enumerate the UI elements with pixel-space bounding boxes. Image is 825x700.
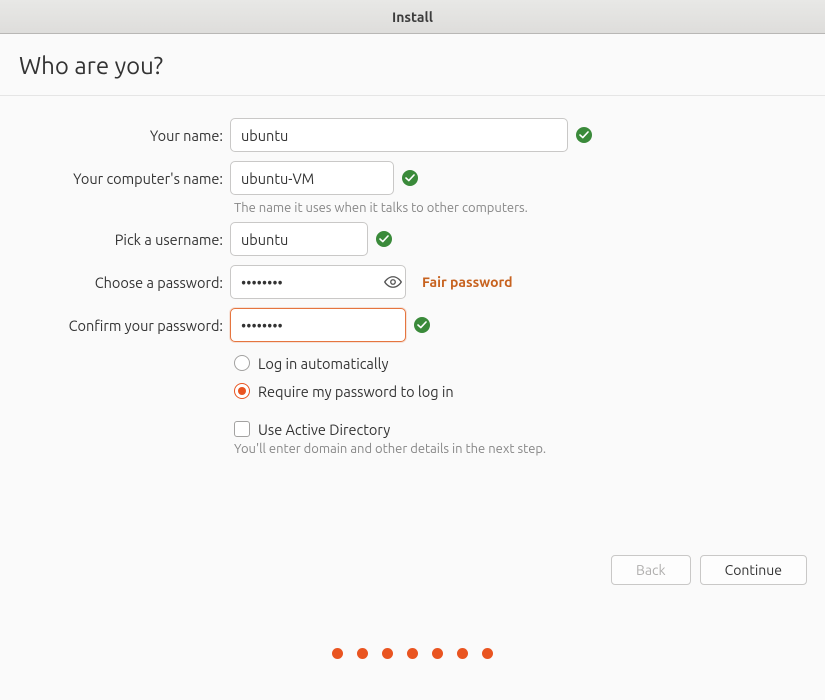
page-heading: Who are you? (0, 34, 825, 95)
password-label: Choose a password: (0, 274, 230, 291)
progress-dot (357, 648, 368, 659)
password-strength-label: Fair password (422, 274, 513, 290)
progress-dots (0, 648, 825, 659)
active-directory-label: Use Active Directory (258, 421, 390, 438)
progress-dot (482, 648, 493, 659)
username-input[interactable] (230, 222, 368, 256)
password-input[interactable] (230, 265, 406, 299)
checkmark-icon (376, 231, 392, 247)
checkmark-icon (402, 170, 418, 186)
progress-dot (457, 648, 468, 659)
user-form: Your name: Your computer's name: The nam… (0, 96, 825, 456)
login-password-label: Require my password to log in (258, 383, 454, 400)
progress-dot (332, 648, 343, 659)
login-password-option[interactable]: Require my password to log in (234, 379, 825, 403)
progress-dot (382, 648, 393, 659)
radio-icon[interactable] (234, 383, 250, 399)
computer-name-hint: The name it uses when it talks to other … (234, 201, 825, 215)
progress-dot (432, 648, 443, 659)
eye-icon[interactable] (382, 271, 404, 293)
continue-button[interactable]: Continue (700, 555, 807, 585)
login-auto-option[interactable]: Log in automatically (234, 351, 825, 375)
checkmark-icon (576, 127, 592, 143)
titlebar: Install (0, 0, 825, 34)
login-auto-label: Log in automatically (258, 355, 388, 372)
radio-icon[interactable] (234, 355, 250, 371)
confirm-password-input[interactable] (230, 308, 406, 342)
confirm-password-label: Confirm your password: (0, 317, 230, 334)
window-title: Install (392, 9, 433, 25)
progress-dot (407, 648, 418, 659)
active-directory-hint: You'll enter domain and other details in… (234, 442, 825, 456)
computer-name-label: Your computer's name: (0, 170, 230, 187)
back-button: Back (611, 555, 691, 585)
your-name-input[interactable] (230, 118, 568, 152)
username-label: Pick a username: (0, 231, 230, 248)
computer-name-input[interactable] (230, 161, 394, 195)
checkmark-icon (414, 317, 430, 333)
footer-buttons: Back Continue (611, 555, 807, 585)
checkbox-icon[interactable] (234, 421, 250, 437)
active-directory-option[interactable]: Use Active Directory (234, 417, 825, 441)
your-name-label: Your name: (0, 127, 230, 144)
